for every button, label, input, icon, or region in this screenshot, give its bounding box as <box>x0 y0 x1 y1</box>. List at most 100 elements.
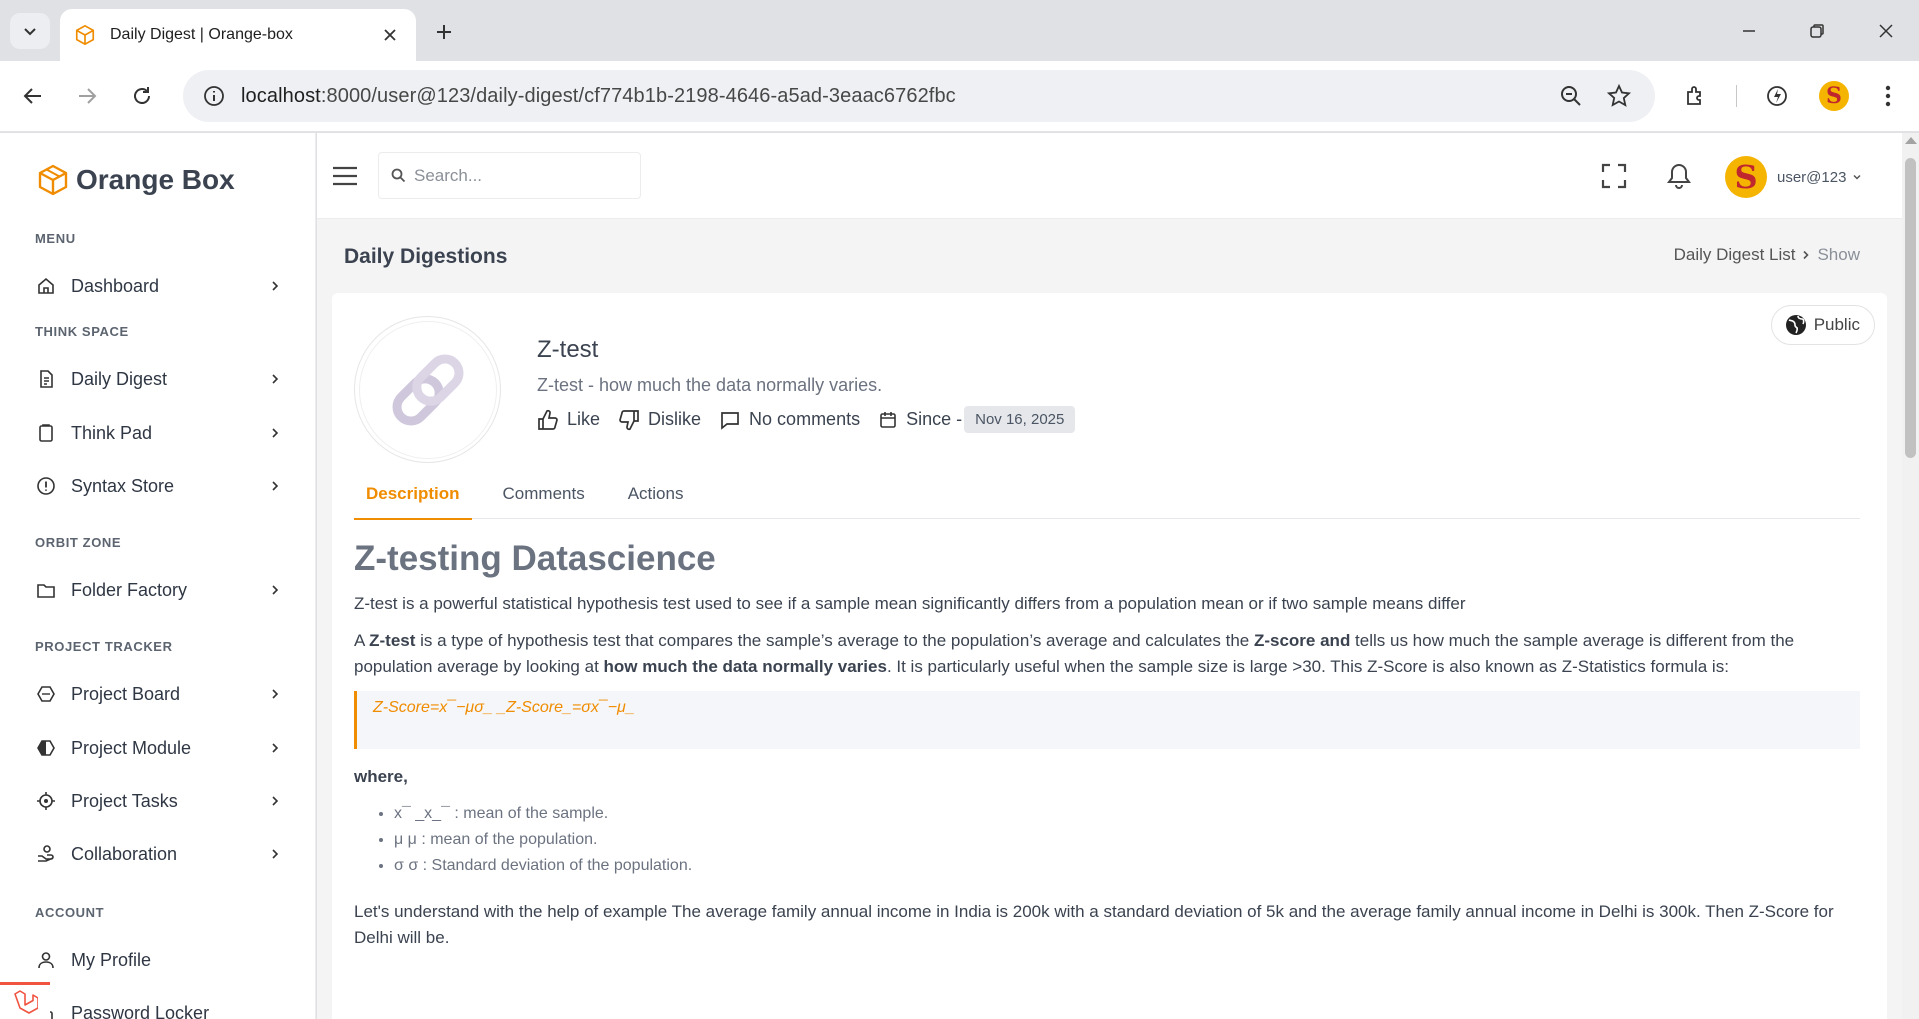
fullscreen-icon <box>1601 163 1627 189</box>
chevron-right-icon <box>265 423 285 443</box>
minimize-icon <box>1743 30 1755 32</box>
chevron-right-icon <box>265 684 285 704</box>
sidebar-item-my-profile[interactable]: My Profile <box>35 940 285 980</box>
chain-link-icon <box>392 354 463 425</box>
digest-subtitle: Z-test - how much the data normally vari… <box>537 375 883 395</box>
bell-icon <box>1667 163 1691 189</box>
chevron-down-icon <box>24 28 36 36</box>
handshake-icon <box>35 843 57 865</box>
search-input[interactable] <box>414 165 614 186</box>
main-content: Daily Digestions Daily Digest List Show … <box>317 219 1902 1019</box>
sidebar-item-password-locker[interactable]: Password Locker <box>35 993 285 1019</box>
back-button[interactable] <box>15 78 51 114</box>
restore-button[interactable] <box>1797 14 1837 48</box>
tab-search-button[interactable] <box>10 13 50 49</box>
article-example: Let's understand with the help of exampl… <box>354 902 1834 947</box>
search-box[interactable] <box>378 152 641 199</box>
sidebar-item-collaboration[interactable]: Collaboration <box>35 834 285 874</box>
comment-icon <box>719 409 741 431</box>
notifications-button[interactable] <box>1662 159 1696 193</box>
debugbar-toggle[interactable] <box>0 982 50 1019</box>
url-text[interactable]: localhost:8000/user@123/daily-digest/cf7… <box>241 85 956 108</box>
breadcrumb-link[interactable]: Daily Digest List <box>1674 245 1796 265</box>
list-item: x¯ _x_¯ : mean of the sample. <box>394 801 1860 827</box>
sidebar-item-project-board[interactable]: Project Board <box>35 674 285 714</box>
digest-meta: Like Dislike No comments Since - Nov 16,… <box>537 406 1076 433</box>
browser-tab-strip: Daily Digest | Orange-box <box>0 0 1919 61</box>
avatar: S <box>1725 156 1767 198</box>
tab-comments[interactable]: Comments <box>491 469 597 519</box>
close-icon <box>1879 24 1893 38</box>
folder-icon <box>35 579 57 601</box>
user-icon <box>35 949 57 971</box>
sidebar-item-dashboard[interactable]: Dashboard <box>35 266 285 306</box>
alert-circle-icon <box>35 475 57 497</box>
section-heading-account: ACCOUNT <box>35 905 105 920</box>
sidebar-item-syntax-store[interactable]: Syntax Store <box>35 466 285 506</box>
sidebar-item-project-module[interactable]: Project Module <box>35 728 285 768</box>
chevron-right-icon <box>265 791 285 811</box>
chevron-right-icon <box>1801 245 1811 265</box>
sidebar-item-think-pad[interactable]: Think Pad <box>35 413 285 453</box>
date-badge: Nov 16, 2025 <box>964 406 1076 433</box>
minimize-button[interactable] <box>1729 14 1769 48</box>
definition-list: x¯ _x_¯ : mean of the sample. μ μ : mean… <box>394 801 1860 879</box>
like-button[interactable]: Like <box>537 409 600 431</box>
brand[interactable]: Orange Box <box>36 163 235 197</box>
digest-tabs: Description Comments Actions <box>354 469 1860 520</box>
profile-avatar: S <box>1819 81 1849 111</box>
performance-icon[interactable] <box>1759 78 1795 114</box>
scroll-up-arrow[interactable] <box>1905 137 1917 144</box>
thumbs-up-icon <box>537 409 559 431</box>
zoom-icon[interactable] <box>1557 82 1585 110</box>
reload-icon <box>134 87 150 104</box>
browser-menu-button[interactable] <box>1870 78 1906 114</box>
browser-tab-active[interactable]: Daily Digest | Orange-box <box>60 9 416 61</box>
sidebar-item-project-tasks[interactable]: Project Tasks <box>35 781 285 821</box>
dislike-button[interactable]: Dislike <box>618 409 701 431</box>
sidebar-item-folder-factory[interactable]: Folder Factory <box>35 570 285 610</box>
comments-link[interactable]: No comments <box>719 409 860 431</box>
article-paragraph: A Z-test is a type of hypothesis test th… <box>354 631 1795 676</box>
half-hexagon-icon <box>35 737 57 759</box>
close-window-button[interactable] <box>1866 14 1906 48</box>
user-menu[interactable]: S user@123 <box>1725 156 1862 198</box>
box-favicon-icon <box>75 24 95 46</box>
hexagon-icon <box>35 683 57 705</box>
section-heading-project-tracker: PROJECT TRACKER <box>35 639 173 654</box>
chevron-right-icon <box>265 476 285 496</box>
tab-close-button[interactable] <box>378 23 402 47</box>
profile-button[interactable]: S <box>1816 78 1852 114</box>
reload-button[interactable] <box>124 78 160 114</box>
breadcrumb: Daily Digest List Show <box>1674 245 1860 265</box>
tab-actions[interactable]: Actions <box>616 469 696 519</box>
address-bar[interactable]: localhost:8000/user@123/daily-digest/cf7… <box>183 70 1655 122</box>
chevron-right-icon <box>265 276 285 296</box>
article-body: Z-testing Datascience Z-test is a powerf… <box>354 527 1860 962</box>
section-heading-orbit-zone: ORBIT ZONE <box>35 535 122 550</box>
box-logo-icon <box>38 164 68 196</box>
forward-button[interactable] <box>69 78 105 114</box>
new-tab-button[interactable] <box>428 16 460 48</box>
toolbar-divider <box>1736 85 1737 107</box>
section-heading-think-space: THINK SPACE <box>35 324 129 339</box>
chevron-down-icon <box>1853 174 1861 180</box>
tab-description[interactable]: Description <box>354 469 472 520</box>
list-item: μ μ : mean of the population. <box>394 827 1860 853</box>
page-scrollbar[interactable] <box>1902 133 1919 1019</box>
page-title: Daily Digestions <box>344 245 508 268</box>
scrollbar-thumb[interactable] <box>1905 158 1916 458</box>
target-icon <box>35 790 57 812</box>
where-label: where, <box>354 767 408 786</box>
thumbs-down-icon <box>618 409 640 431</box>
site-info-icon[interactable] <box>201 83 227 109</box>
sidebar-item-daily-digest[interactable]: Daily Digest <box>35 359 285 399</box>
chevron-right-icon <box>265 580 285 600</box>
fullscreen-button[interactable] <box>1597 159 1631 193</box>
chevron-right-icon <box>265 844 285 864</box>
visibility-button[interactable]: Public <box>1770 305 1875 345</box>
bookmark-star-icon[interactable] <box>1605 82 1633 110</box>
since-date: Since - Nov 16, 2025 <box>878 406 1076 433</box>
extensions-icon[interactable] <box>1678 78 1714 114</box>
menu-toggle-button[interactable] <box>330 163 360 189</box>
